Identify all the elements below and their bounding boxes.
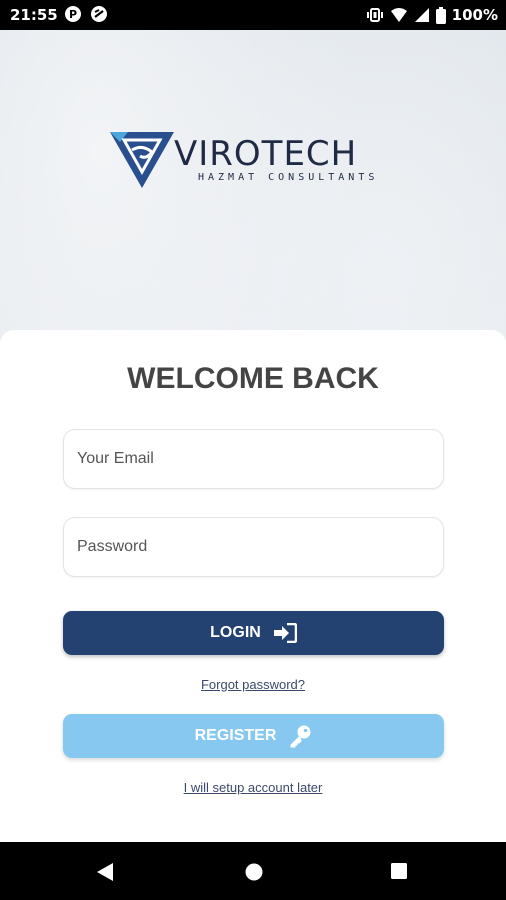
setup-later-link[interactable]: I will setup account later: [0, 780, 506, 795]
signal-icon: [414, 8, 429, 22]
register-button[interactable]: REGISTER: [63, 714, 444, 758]
status-bar: 21:55 P 100%: [0, 0, 506, 30]
login-arrow-icon: [273, 623, 297, 643]
battery-percent: 100%: [451, 6, 498, 24]
vibrate-icon: [366, 8, 383, 22]
logo-mark-icon: [110, 132, 174, 188]
key-icon: [290, 725, 311, 748]
logo-tagline: HAZMAT CONSULTANTS: [198, 172, 379, 183]
login-card: [0, 330, 506, 842]
no-disturb-icon: [91, 6, 107, 22]
register-button-label: REGISTER: [194, 727, 277, 744]
home-icon[interactable]: [244, 862, 264, 882]
virotech-logo: VIROTECH HAZMAT CONSULTANTS: [106, 130, 406, 192]
email-input[interactable]: [64, 430, 443, 488]
recents-icon[interactable]: [390, 862, 408, 880]
page-title: WELCOME BACK: [127, 362, 379, 395]
status-right: 100%: [366, 6, 498, 24]
logo-wordmark: VIROTECH: [174, 134, 358, 174]
nav-bar: [0, 842, 506, 900]
status-time: 21:55: [10, 6, 58, 24]
login-button[interactable]: LOGIN: [63, 611, 444, 655]
back-icon[interactable]: [96, 862, 114, 882]
forgot-password-link[interactable]: Forgot password?: [0, 677, 506, 692]
login-button-label: LOGIN: [210, 624, 261, 641]
password-input[interactable]: [64, 518, 443, 576]
email-field[interactable]: [63, 429, 444, 489]
svg-text:P: P: [69, 8, 77, 21]
p-icon: P: [65, 6, 81, 22]
battery-icon: [435, 6, 446, 24]
password-field[interactable]: [63, 517, 444, 577]
wifi-icon: [390, 8, 407, 22]
